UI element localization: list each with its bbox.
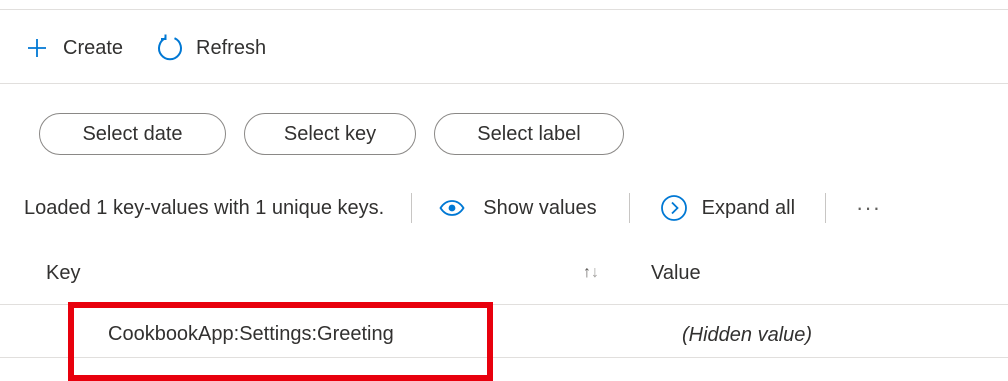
command-bar: Create Refresh <box>27 32 266 64</box>
create-label: Create <box>63 36 124 59</box>
select-key-button[interactable]: Select key <box>244 113 416 155</box>
show-values-label: Show values <box>483 196 597 219</box>
top-divider <box>0 9 1008 10</box>
table-header: Key ↑↓ Value <box>0 252 1008 304</box>
more-options-icon[interactable]: ··· <box>856 195 881 221</box>
select-label-button[interactable]: Select label <box>434 113 624 155</box>
key-cell[interactable]: CookbookApp:Settings:Greeting <box>108 323 394 346</box>
refresh-button[interactable]: Refresh <box>155 32 266 64</box>
toolbar-divider <box>0 83 1008 84</box>
refresh-label: Refresh <box>196 36 267 59</box>
row-divider <box>0 357 1008 358</box>
column-header-key[interactable]: Key <box>46 262 80 285</box>
create-button[interactable]: Create <box>27 32 123 64</box>
sort-up-arrow: ↑ <box>583 264 591 281</box>
table-row[interactable]: CookbookApp:Settings:Greeting (Hidden va… <box>0 305 1008 357</box>
filter-bar: Select date Select key Select label <box>39 113 642 155</box>
plus-icon <box>28 39 46 57</box>
load-status-text: Loaded 1 key-values with 1 unique keys. <box>24 196 385 219</box>
expand-all-label: Expand all <box>701 196 796 219</box>
sort-icon[interactable]: ↑↓ <box>583 264 599 282</box>
chevron-right-circle-icon <box>660 195 687 221</box>
column-header-value[interactable]: Value <box>651 262 701 285</box>
expand-all-button[interactable]: Expand all <box>660 190 795 226</box>
status-divider <box>628 193 630 223</box>
value-cell: (Hidden value) <box>682 324 813 346</box>
show-values-button[interactable]: Show values <box>439 190 597 226</box>
status-divider <box>411 193 413 223</box>
sort-down-arrow: ↓ <box>591 264 599 281</box>
status-divider <box>825 193 827 223</box>
refresh-icon <box>158 34 182 61</box>
select-date-button[interactable]: Select date <box>39 113 226 155</box>
status-bar: Loaded 1 key-values with 1 unique keys. … <box>24 188 881 228</box>
eye-icon <box>439 200 465 216</box>
